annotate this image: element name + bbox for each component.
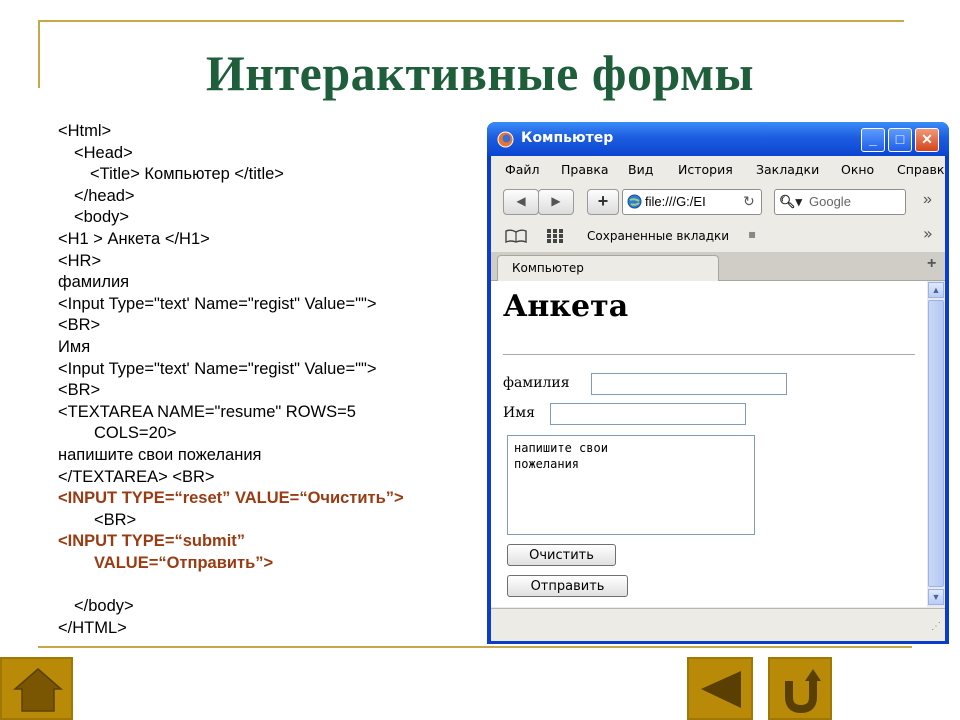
search-placeholder: Google bbox=[809, 194, 851, 209]
minimize-icon: _ bbox=[869, 131, 877, 147]
vertical-scrollbar[interactable]: ▲ ▼ bbox=[927, 281, 945, 607]
code-line: <INPUT TYPE=“submit” bbox=[58, 532, 246, 551]
code-line: <BR> bbox=[58, 316, 101, 335]
menu-edit[interactable]: Правка bbox=[561, 162, 609, 177]
code-line: <BR> bbox=[58, 381, 101, 400]
navigation-toolbar: ◀ ▶ + file:///G:/EI ↻ 🔍︎▾ Google » bbox=[491, 183, 945, 221]
code-line: <H1 > Анкета </H1> bbox=[58, 230, 210, 248]
left-triangle-icon bbox=[701, 671, 741, 708]
code-line: <Head> bbox=[74, 143, 133, 162]
code-line: напишите свои пожелания bbox=[58, 446, 262, 464]
surname-label: фамилия bbox=[503, 375, 570, 391]
forward-arrow-icon: ▶ bbox=[551, 194, 561, 208]
menu-bar: Файл Правка Вид История Закладки Окно Сп… bbox=[491, 156, 945, 182]
code-line: <TEXTAREA NAME="resume" ROWS=5 bbox=[58, 402, 356, 421]
slide-title: Интерактивные формы bbox=[205, 45, 755, 101]
dropdown-icon: ▪ bbox=[748, 227, 757, 241]
menu-history[interactable]: История bbox=[678, 162, 733, 177]
new-tab-button[interactable]: + bbox=[587, 189, 619, 215]
tab-computer[interactable]: Компьютер bbox=[497, 255, 719, 281]
code-line: Имя bbox=[58, 338, 91, 356]
browser-window: Компьютер _ □ ✕ Файл Правка Вид История … bbox=[487, 122, 949, 644]
search-box[interactable]: 🔍︎▾ Google bbox=[774, 189, 906, 215]
url-text: file:///G:/EI bbox=[645, 194, 706, 209]
browser-client: Файл Правка Вид История Закладки Окно Сп… bbox=[491, 156, 945, 641]
globe-icon bbox=[627, 194, 642, 209]
code-line: <Title> Компьютер </title> bbox=[90, 165, 284, 184]
forward-button[interactable]: ▶ bbox=[538, 189, 574, 215]
address-bar[interactable]: file:///G:/EI ↻ bbox=[622, 189, 762, 215]
code-line: <Input Type="text' Name="regist" Value="… bbox=[58, 359, 377, 378]
submit-button[interactable]: Отправить bbox=[507, 575, 628, 597]
name-input[interactable] bbox=[550, 403, 746, 425]
menu-bookmarks[interactable]: Закладки bbox=[756, 162, 819, 177]
back-button[interactable]: ◀ bbox=[503, 189, 539, 215]
maximize-icon: □ bbox=[895, 131, 905, 147]
code-line: VALUE=“Отправить”> bbox=[94, 554, 274, 572]
window-titlebar[interactable]: Компьютер _ □ ✕ bbox=[487, 122, 949, 156]
firefox-icon bbox=[497, 131, 514, 148]
page-content: Анкета фамилия Имя напишите свои пожелан… bbox=[491, 281, 927, 607]
minimize-button[interactable]: _ bbox=[861, 128, 885, 152]
reload-icon[interactable]: ↻ bbox=[743, 190, 755, 213]
scroll-down-button[interactable]: ▼ bbox=[928, 589, 944, 605]
window-title: Компьютер bbox=[521, 130, 614, 146]
close-button[interactable]: ✕ bbox=[915, 128, 939, 152]
back-arrow-icon: ◀ bbox=[516, 194, 526, 208]
menu-file[interactable]: Файл bbox=[505, 162, 540, 177]
bookmarks-bar: Сохраненные вкладки ▪ » bbox=[491, 222, 945, 250]
overflow-chevron-icon[interactable]: » bbox=[923, 191, 932, 209]
bookmarks-chevron-icon[interactable]: » bbox=[923, 224, 933, 243]
plus-icon: + bbox=[597, 191, 609, 211]
home-button[interactable] bbox=[0, 657, 73, 720]
code-line: <HR> bbox=[58, 251, 102, 270]
back-slide-button[interactable] bbox=[687, 657, 753, 720]
search-icon: 🔍︎▾ bbox=[779, 194, 803, 209]
page-heading: Анкета bbox=[503, 289, 629, 324]
tab-bar: Компьютер + bbox=[491, 252, 945, 281]
saved-tabs-bookmark[interactable]: Сохраненные вкладки bbox=[587, 229, 729, 243]
book-icon[interactable] bbox=[505, 229, 527, 243]
code-line: <Input Type="text' Name="regist" Value="… bbox=[58, 294, 377, 313]
scroll-thumb[interactable] bbox=[928, 300, 944, 587]
grid-icon[interactable] bbox=[547, 229, 563, 243]
code-line: </TEXTAREA> <BR> bbox=[58, 467, 215, 486]
resize-grip-icon[interactable]: ⋰ bbox=[931, 621, 941, 632]
tab-label: Компьютер bbox=[512, 261, 584, 275]
close-icon: ✕ bbox=[921, 131, 933, 147]
code-line: </head> bbox=[74, 186, 135, 205]
code-line: </body> bbox=[74, 597, 134, 616]
menu-help[interactable]: Справк bbox=[897, 162, 944, 177]
code-line: <body> bbox=[74, 208, 130, 227]
scroll-up-button[interactable]: ▲ bbox=[928, 282, 944, 298]
reset-button[interactable]: Очистить bbox=[507, 544, 616, 566]
code-line: фамилия bbox=[58, 273, 130, 292]
status-bar: ⋰ bbox=[491, 608, 945, 641]
code-line: <INPUT TYPE=“reset” VALUE=“Очистить”> bbox=[58, 489, 404, 508]
code-line: <BR> bbox=[94, 510, 137, 529]
maximize-button[interactable]: □ bbox=[888, 128, 912, 152]
frame-line-bottom bbox=[38, 646, 912, 648]
code-line: <Html> bbox=[58, 122, 112, 140]
return-arrow-icon bbox=[785, 669, 821, 714]
name-label: Имя bbox=[503, 405, 535, 421]
resume-textarea[interactable]: напишите свои пожелания bbox=[507, 435, 755, 535]
menu-window[interactable]: Окно bbox=[841, 162, 874, 177]
new-tab-plus-icon[interactable]: + bbox=[927, 255, 936, 273]
return-button[interactable] bbox=[768, 657, 832, 720]
menu-view[interactable]: Вид bbox=[628, 162, 653, 177]
home-icon bbox=[13, 668, 63, 712]
code-line: COLS=20> bbox=[94, 424, 177, 443]
horizontal-rule bbox=[503, 354, 915, 355]
code-line: </HTML> bbox=[58, 618, 127, 637]
surname-input[interactable] bbox=[591, 373, 787, 395]
frame-line-top bbox=[38, 20, 904, 22]
